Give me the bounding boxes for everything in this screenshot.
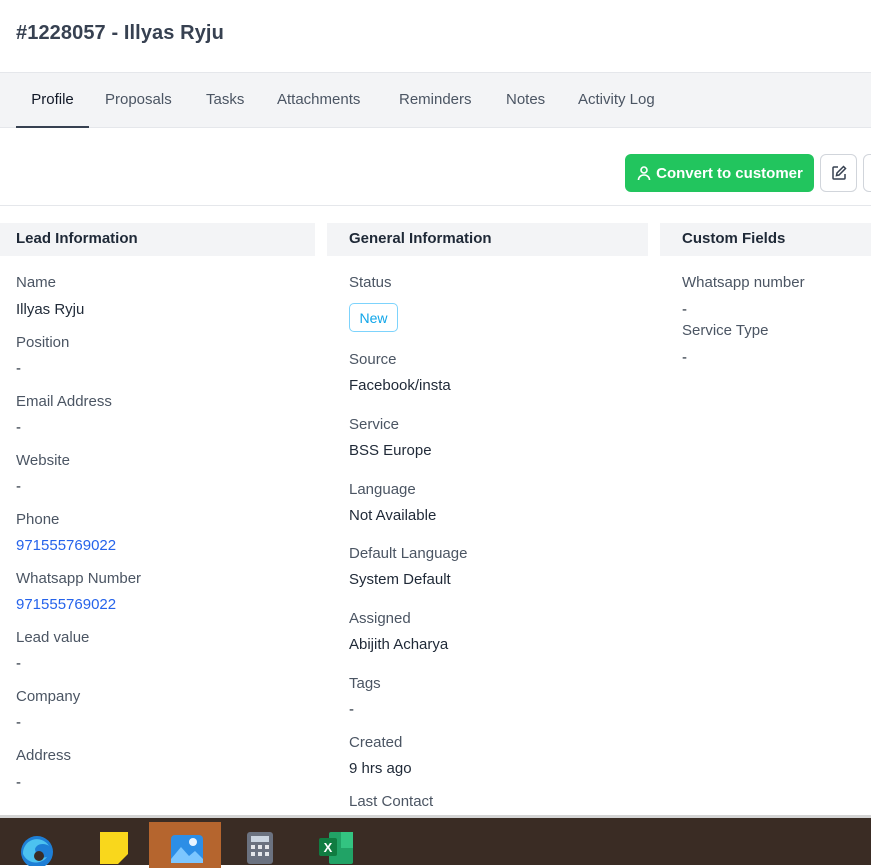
tab-tasks[interactable]: Tasks xyxy=(206,73,244,128)
field-label: Default Language xyxy=(349,545,468,562)
field-value: Facebook/insta xyxy=(349,377,451,394)
field-label: Status xyxy=(349,274,392,291)
field-label: Website xyxy=(16,452,70,469)
calculator-icon[interactable] xyxy=(235,824,285,868)
field-value: - xyxy=(16,419,21,436)
field-label: Whatsapp number xyxy=(682,274,805,291)
photos-icon[interactable] xyxy=(149,822,221,868)
general-information-heading: General Information xyxy=(327,223,648,256)
edge-icon[interactable] xyxy=(10,824,60,868)
field-label: Phone xyxy=(16,511,60,528)
field-value: - xyxy=(16,478,21,495)
field-label: Service xyxy=(349,416,400,433)
tab-attachments[interactable]: Attachments xyxy=(277,73,360,128)
field-value: - xyxy=(16,360,21,377)
title-bar: #1228057 - Illyas Ryju xyxy=(0,0,871,72)
field-value: - xyxy=(16,774,21,791)
field-label: Address xyxy=(16,747,72,764)
convert-button-label: Convert to customer xyxy=(656,164,803,182)
user-icon xyxy=(636,165,652,181)
field-label: Email Address xyxy=(16,393,112,410)
more-options-button[interactable] xyxy=(863,154,871,192)
convert-to-customer-button[interactable]: Convert to customer xyxy=(625,154,814,192)
excel-icon[interactable]: X xyxy=(310,824,360,868)
field-label: Service Type xyxy=(682,322,769,339)
field-label: Position xyxy=(16,334,70,351)
field-value: - xyxy=(682,301,687,318)
sticky-notes-icon[interactable] xyxy=(85,824,135,868)
phone-link[interactable]: 971555769022 xyxy=(16,537,116,554)
custom-fields-heading: Custom Fields xyxy=(660,223,871,256)
field-value: Abijith Acharya xyxy=(349,636,449,653)
field-label: Whatsapp Number xyxy=(16,570,142,587)
field-value: - xyxy=(349,701,354,718)
field-label: Tags xyxy=(349,675,381,692)
page-title: #1228057 - Illyas Ryju xyxy=(16,22,224,44)
tab-notes[interactable]: Notes xyxy=(506,73,545,128)
status-badge: New xyxy=(349,303,398,332)
tab-bar: Profile Proposals Tasks Attachments Remi… xyxy=(0,72,871,128)
field-value: - xyxy=(16,655,21,672)
tab-proposals[interactable]: Proposals xyxy=(105,73,172,128)
lead-information-heading: Lead Information xyxy=(0,223,315,256)
field-label: Language xyxy=(349,481,416,498)
tab-reminders[interactable]: Reminders xyxy=(399,73,472,128)
field-label: Created xyxy=(349,734,403,751)
edit-icon xyxy=(831,165,847,181)
field-value: - xyxy=(16,714,21,731)
field-value: 9 hrs ago xyxy=(349,760,412,777)
field-label: Last Contact xyxy=(349,793,434,810)
field-value: BSS Europe xyxy=(349,442,432,459)
field-label: Name xyxy=(16,274,57,291)
field-value: Illyas Ryju xyxy=(16,301,85,318)
field-value: System Default xyxy=(349,571,451,588)
whatsapp-link[interactable]: 971555769022 xyxy=(16,596,116,613)
field-label: Source xyxy=(349,351,397,368)
action-toolbar: Convert to customer xyxy=(0,128,871,206)
field-value: Not Available xyxy=(349,507,437,524)
taskbar: X xyxy=(0,815,871,868)
tab-activity-log[interactable]: Activity Log xyxy=(578,73,655,128)
field-label: Lead value xyxy=(16,629,90,646)
field-value: - xyxy=(682,349,687,366)
edit-button[interactable] xyxy=(820,154,857,192)
svg-text:X: X xyxy=(324,840,333,855)
tab-profile[interactable]: Profile xyxy=(16,73,89,128)
field-label: Assigned xyxy=(349,610,411,627)
field-label: Company xyxy=(16,688,81,705)
